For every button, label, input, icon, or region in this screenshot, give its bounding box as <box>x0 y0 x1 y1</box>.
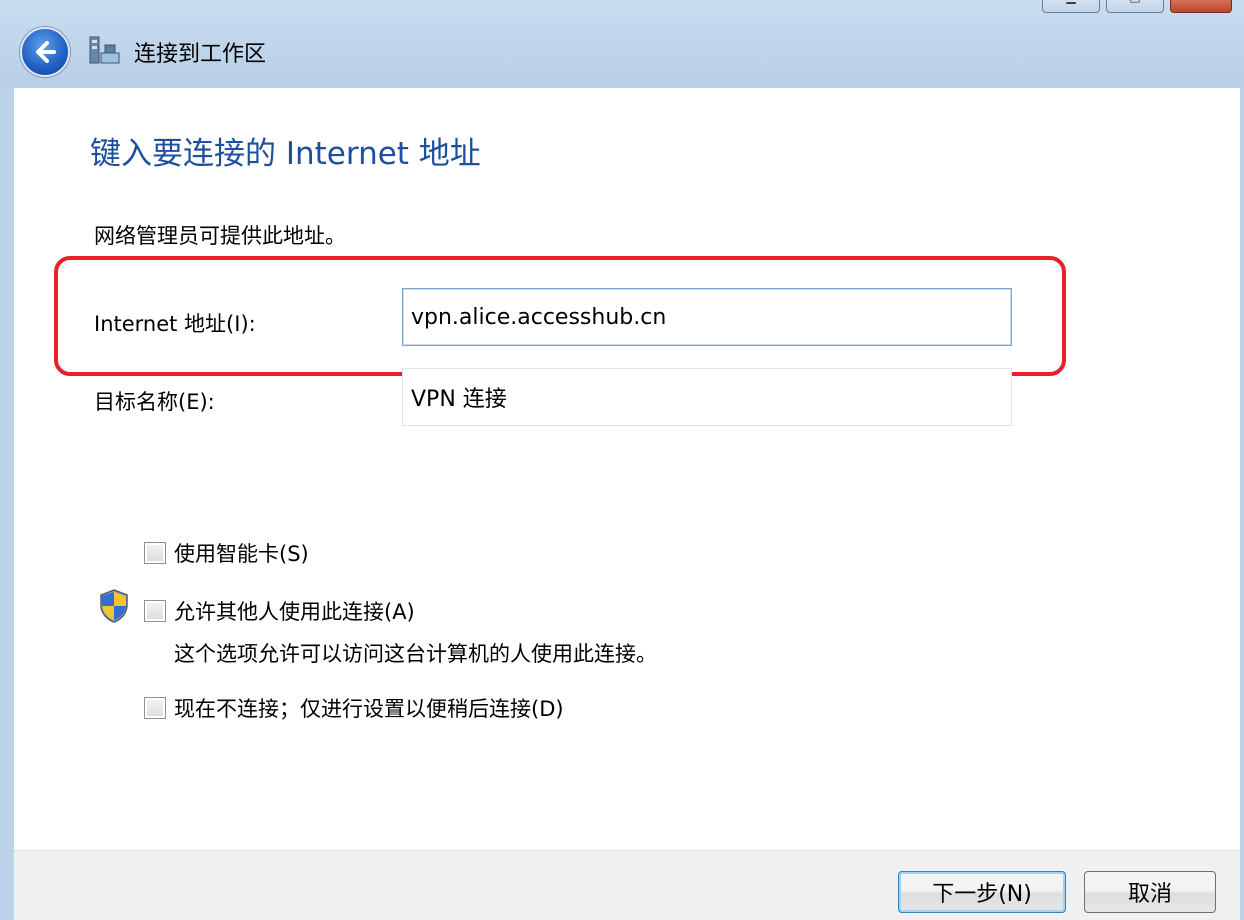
close-icon: ✕ <box>1196 0 1206 4</box>
minimize-icon: ▁ <box>1066 0 1075 4</box>
description-text: 网络管理员可提供此地址。 <box>94 224 346 248</box>
wizard-footer: 下一步(N) 取消 <box>14 850 1244 920</box>
destination-name-input[interactable] <box>402 368 1012 426</box>
back-button[interactable] <box>20 27 70 77</box>
next-button[interactable]: 下一步(N) <box>898 871 1066 913</box>
window-border <box>1240 88 1244 920</box>
window-title: 连接到工作区 <box>134 42 267 67</box>
maximize-icon: □ <box>1129 0 1140 4</box>
minimize-button[interactable]: ▁ <box>1042 0 1100 13</box>
dont-connect-checkbox[interactable] <box>144 697 166 719</box>
allow-others-checkbox[interactable] <box>144 600 166 622</box>
internet-address-input[interactable] <box>402 288 1012 346</box>
uac-shield-icon <box>100 589 128 623</box>
internet-address-label: Internet 地址(I): <box>94 312 256 336</box>
maximize-button[interactable]: □ <box>1106 0 1164 13</box>
title-bar: ▁ □ ✕ 连接到工作区 <box>0 0 1244 88</box>
page-heading: 键入要连接的 Internet 地址 <box>90 136 481 172</box>
smart-card-label: 使用智能卡(S) <box>174 542 309 566</box>
allow-others-option[interactable]: 允许其他人使用此连接(A) <box>144 596 415 626</box>
dont-connect-option[interactable]: 现在不连接；仅进行设置以便稍后连接(D) <box>144 693 564 723</box>
back-arrow-icon <box>36 41 56 63</box>
smart-card-checkbox[interactable] <box>144 542 166 564</box>
allow-others-note: 这个选项允许可以访问这台计算机的人使用此连接。 <box>174 642 657 666</box>
destination-name-label: 目标名称(E): <box>94 390 215 414</box>
allow-others-label: 允许其他人使用此连接(A) <box>174 600 415 624</box>
workplace-network-icon <box>89 36 120 64</box>
wizard-content: 键入要连接的 Internet 地址 网络管理员可提供此地址。 Internet… <box>14 88 1244 850</box>
close-button[interactable]: ✕ <box>1170 0 1232 13</box>
dont-connect-label: 现在不连接；仅进行设置以便稍后连接(D) <box>174 697 564 721</box>
cancel-button[interactable]: 取消 <box>1084 871 1216 913</box>
smart-card-option[interactable]: 使用智能卡(S) <box>144 538 309 568</box>
